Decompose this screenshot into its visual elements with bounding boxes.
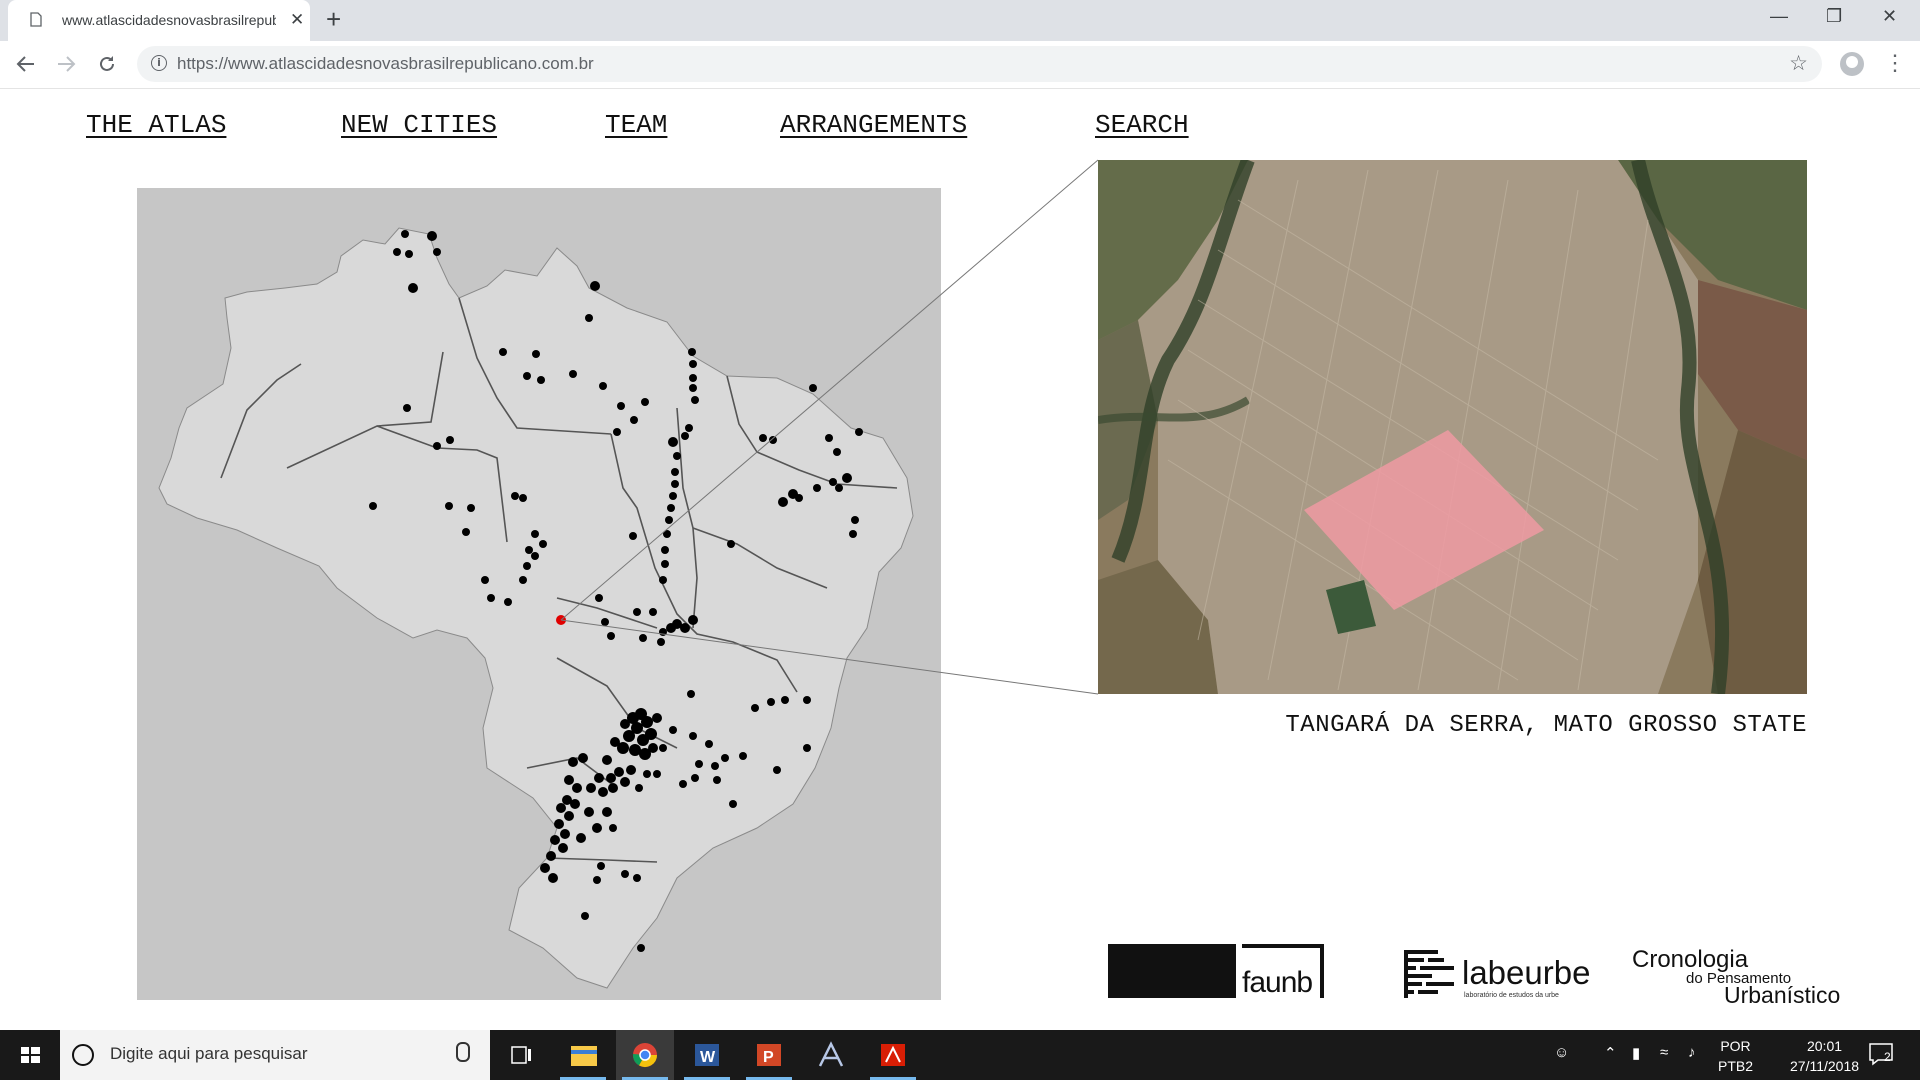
tab-title: www.atlascidadesnovasbrasilrepublicano.c… [62, 12, 276, 28]
info-icon[interactable]: i [151, 55, 167, 71]
profile-icon[interactable] [1840, 52, 1864, 76]
cortana-icon[interactable] [72, 1044, 94, 1066]
battery-icon[interactable]: ▮ [1632, 1044, 1640, 1062]
city-caption: TANGARÁ DA SERRA, MATO GROSSO STATE [1285, 712, 1807, 739]
browser-tab[interactable]: www.atlascidadesnovasbrasilrepublicano.c… [8, 0, 310, 41]
nav-the-atlas[interactable]: THE ATLAS [86, 110, 226, 140]
reload-icon[interactable] [97, 54, 117, 74]
notification-icon[interactable]: 2 [1868, 1042, 1894, 1066]
close-window-icon[interactable]: ✕ [1882, 6, 1897, 27]
autodesk-icon[interactable] [802, 1030, 860, 1080]
language-indicator[interactable]: POR PTB2 [1718, 1036, 1753, 1076]
menu-icon[interactable]: ⋮ [1884, 50, 1906, 76]
labeurbe-mark-icon [1404, 950, 1454, 998]
back-icon[interactable] [16, 55, 36, 73]
task-view-icon[interactable] [492, 1030, 550, 1080]
page-icon [30, 12, 42, 27]
people-icon[interactable]: ☺ [1554, 1044, 1569, 1061]
acrobat-icon[interactable] [864, 1030, 922, 1080]
forward-icon[interactable] [56, 55, 76, 73]
new-tab-button[interactable]: + [326, 6, 341, 32]
labeurbe-logo[interactable]: labeurbe laboratório de estudos da urbe [1402, 948, 1590, 1002]
nav-arrangements[interactable]: ARRANGEMENTS [780, 110, 967, 140]
taskbar-search-placeholder[interactable]: Digite aqui para pesquisar [110, 1044, 308, 1064]
word-icon[interactable]: W [678, 1030, 736, 1080]
windows-start-icon[interactable] [0, 1030, 60, 1080]
selected-city-marker[interactable] [556, 615, 566, 625]
brazil-map[interactable] [137, 188, 941, 1000]
clock[interactable]: 20:01 27/11/2018 [1790, 1036, 1859, 1076]
wifi-icon[interactable]: ≈ [1660, 1044, 1668, 1061]
faunb-logo[interactable]: faunb [1108, 944, 1326, 999]
taskbar-search[interactable]: Digite aqui para pesquisar [60, 1030, 490, 1080]
file-explorer-icon[interactable] [554, 1030, 612, 1080]
windows-taskbar: Digite aqui para pesquisar W P ☺ ⌃ ▮ ≈ ♪ [0, 1030, 1920, 1080]
restore-icon[interactable]: ❐ [1826, 6, 1842, 27]
brazil-land [158, 227, 914, 989]
nav-new-cities[interactable]: NEW CITIES [341, 110, 497, 140]
address-bar[interactable]: i https://www.atlascidadesnovasbrasilrep… [137, 46, 1822, 82]
star-icon[interactable]: ☆ [1789, 51, 1808, 76]
satellite-image [1098, 160, 1807, 694]
nav-search[interactable]: SEARCH [1095, 110, 1189, 140]
notification-count: 2 [1884, 1050, 1891, 1064]
microphone-icon[interactable] [456, 1042, 470, 1062]
nav-team[interactable]: TEAM [605, 110, 667, 140]
volume-icon[interactable]: ♪ [1688, 1044, 1696, 1061]
svg-text:P: P [763, 1049, 774, 1066]
chrome-icon[interactable] [616, 1030, 674, 1080]
powerpoint-icon[interactable]: P [740, 1030, 798, 1080]
browser-toolbar: i https://www.atlascidadesnovasbrasilrep… [0, 41, 1920, 89]
cronologia-logo[interactable]: Cronologia do Pensamento Urbanístico [1624, 946, 1844, 1008]
close-tab-icon[interactable]: ✕ [290, 10, 304, 30]
minimize-icon[interactable]: — [1770, 6, 1788, 27]
brazil-map-drawing [158, 227, 914, 989]
chevron-up-icon[interactable]: ⌃ [1604, 1044, 1617, 1062]
satellite-drawing [1098, 160, 1807, 694]
tab-strip: www.atlascidadesnovasbrasilrepublicano.c… [0, 0, 1920, 41]
svg-text:W: W [700, 1049, 716, 1066]
url-text[interactable]: https://www.atlascidadesnovasbrasilrepub… [177, 54, 594, 74]
